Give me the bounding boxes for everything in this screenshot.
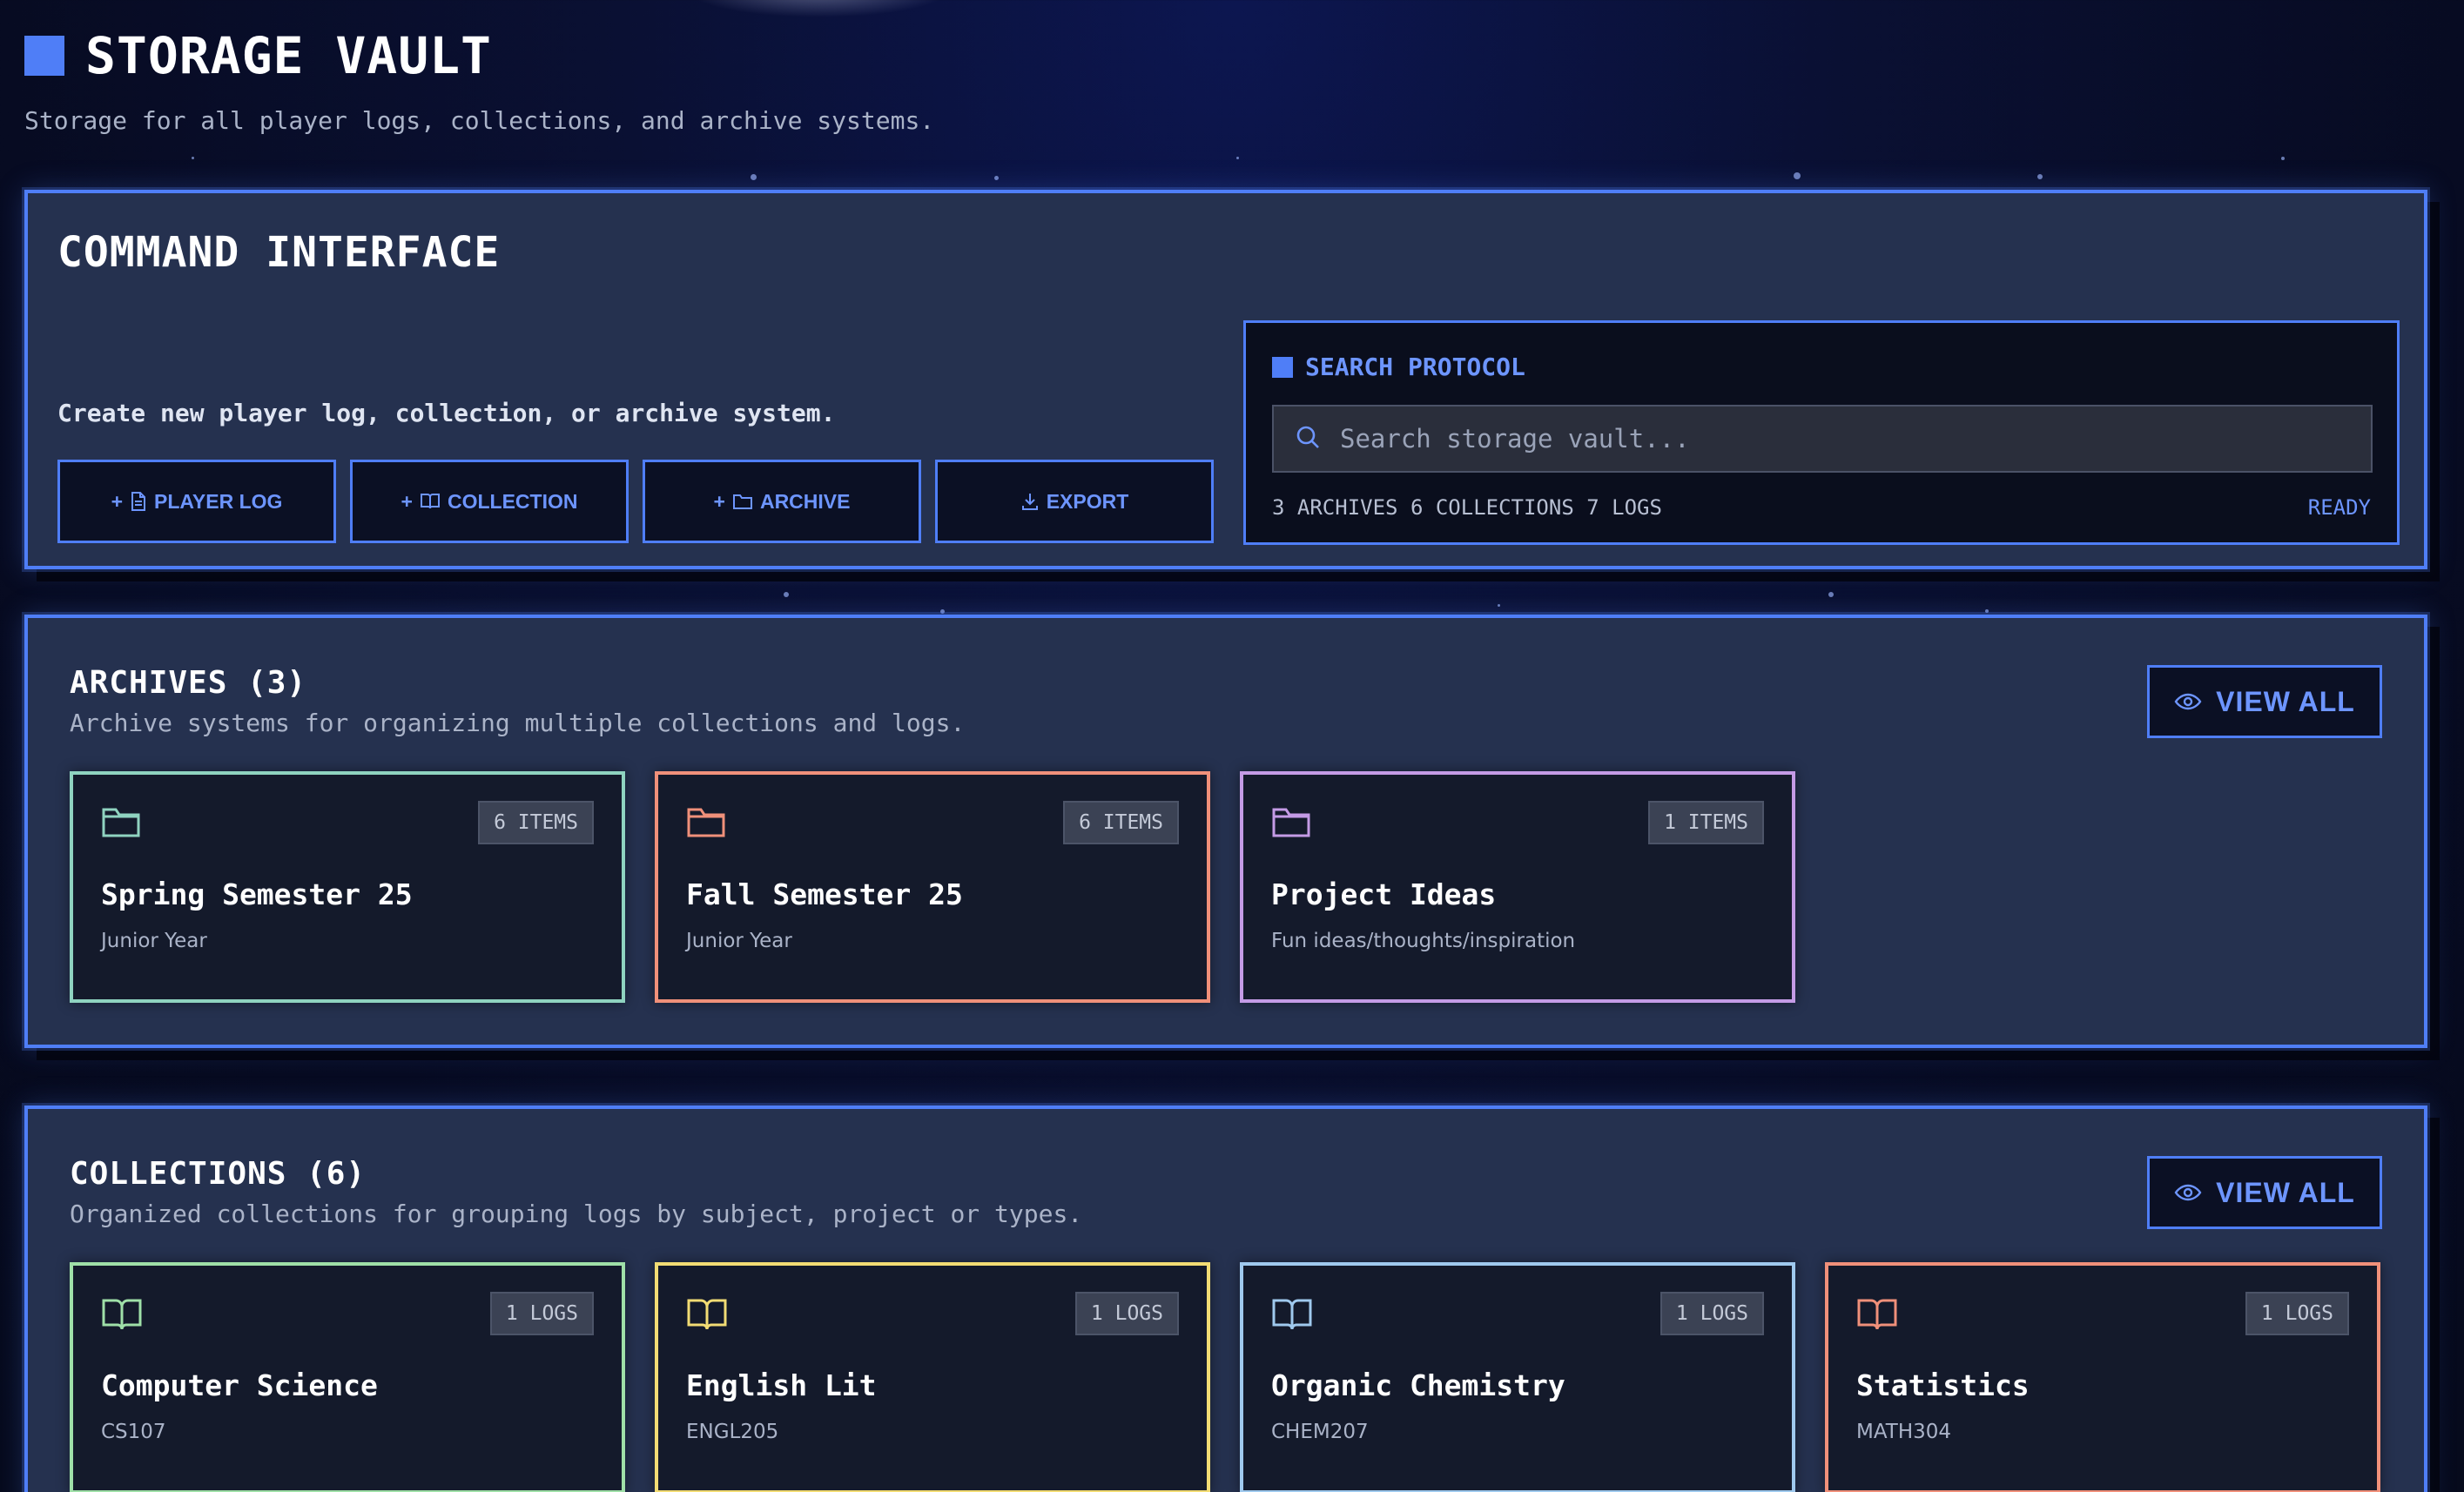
archive-card[interactable]: 1 ITEMS Project Ideas Fun ideas/thoughts… (1240, 771, 1795, 1003)
star (1236, 157, 1239, 159)
search-field[interactable] (1272, 405, 2373, 473)
page-header: STORAGE VAULT Storage for all player log… (24, 26, 934, 135)
plus-icon: + (111, 489, 124, 513)
star (192, 157, 194, 159)
collection-code: MATH304 (1856, 1421, 1952, 1443)
star (751, 174, 757, 180)
collections-subtitle: Organized collections for grouping logs … (70, 1200, 1083, 1228)
archive-card[interactable]: 6 ITEMS Fall Semester 25 Junior Year (655, 771, 1210, 1003)
folder-icon (732, 493, 753, 510)
folder-icon (1271, 806, 1311, 843)
star (2281, 157, 2285, 160)
archives-subtitle: Archive systems for organizing multiple … (70, 709, 966, 737)
star (994, 176, 999, 180)
archive-card-list: 6 ITEMS Spring Semester 25 Junior Year 6… (70, 771, 1795, 1003)
light-glow (688, 0, 949, 17)
export-button[interactable]: EXPORT (935, 460, 1214, 543)
star (1828, 592, 1834, 597)
archives-view-all-button[interactable]: VIEW ALL (2147, 665, 2382, 738)
plus-icon: + (713, 489, 725, 513)
archive-title: Spring Semester 25 (101, 877, 413, 911)
export-label: EXPORT (1046, 489, 1129, 513)
log-count-badge: 1 LOGS (489, 1292, 594, 1335)
book-icon (420, 493, 441, 510)
collection-card-list: 1 LOGS Computer Science CS107 1 LOGS Eng… (70, 1262, 2380, 1492)
file-icon (130, 492, 147, 511)
book-icon (1271, 1297, 1313, 1335)
archive-subtitle: Junior Year (686, 930, 792, 952)
archive-subtitle: Junior Year (101, 930, 207, 952)
archive-card[interactable]: 6 ITEMS Spring Semester 25 Junior Year (70, 771, 625, 1003)
collection-title: English Lit (686, 1368, 877, 1402)
item-count-badge: 6 ITEMS (1063, 801, 1179, 844)
collection-code: CS107 (101, 1421, 166, 1443)
book-icon (1856, 1297, 1898, 1335)
folder-icon (686, 806, 726, 843)
collection-title: Organic Chemistry (1271, 1368, 1565, 1402)
view-all-label: VIEW ALL (2216, 1176, 2355, 1208)
star (784, 592, 789, 597)
collection-card[interactable]: 1 LOGS Organic Chemistry CHEM207 (1240, 1262, 1795, 1492)
vault-stats: 3 ARCHIVES 6 COLLECTIONS 7 LOGS (1272, 495, 1662, 520)
item-count-badge: 1 ITEMS (1648, 801, 1764, 844)
collection-card[interactable]: 1 LOGS English Lit ENGL205 (655, 1262, 1210, 1492)
archives-panel: ARCHIVES (3) Archive systems for organiz… (24, 615, 2427, 1048)
page-title: STORAGE VAULT (85, 26, 492, 85)
command-interface-description: Create new player log, collection, or ar… (57, 399, 836, 427)
collections-panel: COLLECTIONS (6) Organized collections fo… (24, 1106, 2427, 1492)
star (1794, 172, 1801, 179)
star (1498, 604, 1500, 607)
logo-square-icon (24, 36, 64, 76)
collection-card[interactable]: 1 LOGS Statistics MATH304 (1825, 1262, 2380, 1492)
search-protocol-box: SEARCH PROTOCOL 3 ARCHIVES 6 COLLECTIONS… (1243, 320, 2400, 545)
log-count-badge: 1 LOGS (2245, 1292, 2349, 1335)
new-collection-button[interactable]: + COLLECTION (350, 460, 629, 543)
archive-title: Fall Semester 25 (686, 877, 963, 911)
star (1985, 609, 1989, 613)
archives-title: ARCHIVES (3) (70, 665, 307, 701)
create-button-group: + PLAYER LOG + COLLECTION + ARCHIVE EXPO… (57, 460, 1214, 543)
new-collection-label: COLLECTION (447, 489, 578, 513)
plus-icon: + (401, 489, 413, 513)
search-protocol-title: SEARCH PROTOCOL (1305, 353, 1525, 381)
command-interface-panel: COMMAND INTERFACE Create new player log,… (24, 190, 2427, 569)
archive-subtitle: Fun ideas/thoughts/inspiration (1271, 930, 1576, 952)
folder-icon (101, 806, 141, 843)
eye-icon (2174, 1177, 2202, 1209)
collections-title: COLLECTIONS (6) (70, 1156, 367, 1192)
item-count-badge: 6 ITEMS (478, 801, 594, 844)
collection-title: Statistics (1856, 1368, 2030, 1402)
search-icon (1295, 424, 1321, 454)
page-subtitle: Storage for all player logs, collections… (24, 106, 935, 135)
log-count-badge: 1 LOGS (1074, 1292, 1179, 1335)
command-interface-title: COMMAND INTERFACE (57, 228, 501, 277)
eye-icon (2174, 686, 2202, 718)
book-icon (686, 1297, 728, 1335)
collections-view-all-button[interactable]: VIEW ALL (2147, 1156, 2382, 1229)
collection-code: CHEM207 (1271, 1421, 1369, 1443)
search-protocol-header: SEARCH PROTOCOL (1272, 353, 1525, 381)
new-player-log-button[interactable]: + PLAYER LOG (57, 460, 336, 543)
collection-title: Computer Science (101, 1368, 378, 1402)
log-count-badge: 1 LOGS (1659, 1292, 1764, 1335)
new-archive-button[interactable]: + ARCHIVE (643, 460, 921, 543)
search-status: READY (2307, 495, 2371, 520)
new-player-log-label: PLAYER LOG (154, 489, 283, 513)
archive-title: Project Ideas (1271, 877, 1497, 911)
collection-card[interactable]: 1 LOGS Computer Science CS107 (70, 1262, 625, 1492)
download-icon (1020, 492, 1040, 511)
star (2037, 174, 2043, 179)
search-input[interactable] (1340, 424, 2371, 454)
collection-code: ENGL205 (686, 1421, 779, 1443)
view-all-label: VIEW ALL (2216, 685, 2355, 717)
star (940, 609, 945, 614)
book-icon (101, 1297, 143, 1335)
new-archive-label: ARCHIVE (759, 489, 851, 513)
square-icon (1272, 356, 1293, 378)
